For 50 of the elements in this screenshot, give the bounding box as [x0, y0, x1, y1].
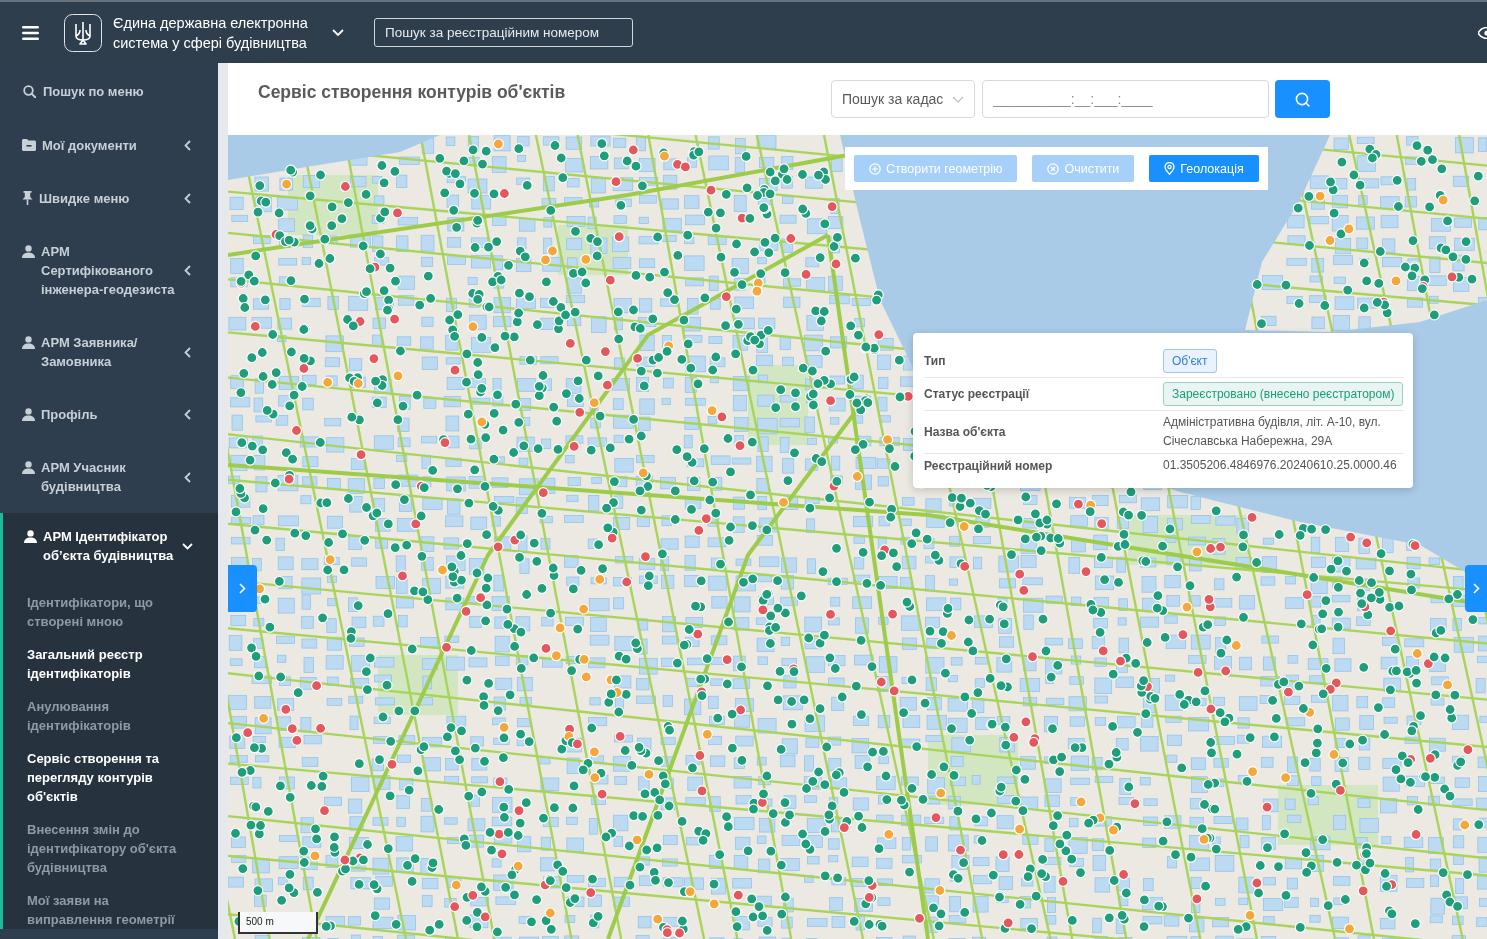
sidebar-menu-item[interactable]: АРМ Ідентифікатор об’єкта будівництва — [3, 527, 218, 565]
field-label: Назва об'єкта — [924, 425, 1007, 439]
cadastral-number-field[interactable]: __________:__:___:____ — [982, 80, 1269, 118]
sidebar-menu-item[interactable]: Профіль — [0, 388, 218, 441]
sidebar-menu-item[interactable]: АРМ Сертифікованого інженера-геодезиста — [0, 225, 218, 316]
submenu-link[interactable]: Сервіс створення та перегляду контурів об'єктів — [27, 749, 191, 806]
field-label: Статус реєстрації — [924, 387, 1031, 401]
search-icon — [23, 84, 36, 98]
search-button[interactable] — [1275, 80, 1330, 118]
sidebar-menu-item[interactable]: АРМ Учасник будівництва — [0, 441, 218, 513]
plus-circle-icon — [869, 162, 881, 175]
menu-icon[interactable] — [22, 25, 39, 40]
submenu-link[interactable]: Анулювання ідентифікаторів — [27, 697, 191, 735]
chevron-down-icon[interactable] — [332, 28, 344, 37]
search-type-select[interactable]: Пошук за кадас — [831, 80, 975, 118]
value-badge: Об'єкт — [1163, 349, 1217, 373]
field-label: Реєстраційний номер — [924, 458, 1054, 473]
pin-icon — [22, 191, 33, 205]
sidebar-menu-item[interactable]: АРМ Заявника/ Замовника — [0, 316, 218, 388]
chevron-right-icon — [1472, 583, 1480, 594]
map-scale-bar: 500 m — [238, 912, 318, 934]
folder-icon — [22, 139, 36, 151]
panel-toggle-button[interactable] — [228, 565, 257, 612]
submenu-link[interactable]: Ідентифікатори, що створені мною — [27, 593, 191, 631]
submenu-link[interactable]: Внесення змін до ідентифікатору об'єкта будівництва — [27, 820, 191, 877]
eye-icon[interactable] — [1478, 26, 1487, 39]
registration-search-field[interactable]: Пошук за реєстраційним номером — [374, 18, 633, 47]
search-icon — [1295, 91, 1310, 107]
user-icon — [24, 530, 37, 543]
field-label: Тип — [924, 354, 947, 368]
submenu-link[interactable]: Загальний реєстр ідентифікаторів — [27, 645, 191, 683]
app-title: Єдина державна електронна система у сфері будівництва — [113, 13, 309, 53]
trident-logo-icon[interactable] — [64, 13, 102, 52]
submenu-link[interactable]: Мої заяви на виправлення геометрії — [27, 891, 191, 929]
menu-search-field[interactable]: Пошук по меню — [43, 83, 193, 99]
page-title: Сервіс створення контурів об'єктів — [258, 81, 566, 104]
value-badge: Зареєстровано (внесено реєстратором) — [1163, 382, 1404, 406]
chevron-right-icon — [239, 583, 246, 594]
user-icon — [22, 245, 35, 258]
user-icon — [22, 336, 35, 349]
location-pin-icon — [1164, 162, 1176, 175]
x-circle-icon — [1047, 162, 1060, 175]
chevron-down-icon — [952, 95, 964, 103]
field-value: 01.3505206.4846976.20240610.25.0000.46 — [1163, 457, 1398, 474]
user-icon — [22, 461, 35, 474]
field-value: Адміністративна будівля, літ. А-10, вул. Січеславська Набережна, 29А — [1163, 414, 1382, 450]
panel-toggle-button[interactable] — [1465, 565, 1487, 612]
sidebar-menu-item[interactable]: Мої документи — [0, 119, 218, 172]
sidebar-menu-item[interactable]: Швидке меню — [0, 172, 218, 225]
user-icon — [22, 408, 35, 421]
